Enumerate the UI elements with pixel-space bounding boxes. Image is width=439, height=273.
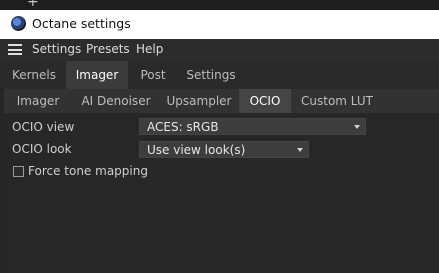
hamburger-menu-icon[interactable] <box>8 44 22 55</box>
desktop-strip: + <box>0 0 439 10</box>
sub-tab-bar: Imager AI Denoiser Upsampler OCIO Custom… <box>4 89 439 113</box>
tab-settings[interactable]: Settings <box>180 61 242 89</box>
menu-presets[interactable]: Presets <box>86 42 130 56</box>
force-tone-mapping-checkbox[interactable] <box>13 166 24 177</box>
subtab-custom-lut[interactable]: Custom LUT <box>300 89 374 113</box>
menu-settings[interactable]: Settings <box>32 42 81 56</box>
subtab-ai-denoiser[interactable]: AI Denoiser <box>76 89 156 113</box>
title-bar: Octane settings <box>0 10 439 39</box>
tab-imager[interactable]: Imager <box>66 61 128 89</box>
ocio-view-dropdown[interactable]: ACES: sRGB <box>139 118 366 135</box>
ocio-look-label: OCIO look <box>12 142 72 156</box>
main-tab-bar: Kernels Imager Post Settings <box>0 61 439 90</box>
menu-help[interactable]: Help <box>136 42 163 56</box>
ocio-view-value: ACES: sRGB <box>147 120 219 134</box>
tab-kernels[interactable]: Kernels <box>4 61 64 89</box>
tab-post[interactable]: Post <box>130 61 176 89</box>
force-tone-mapping-label: Force tone mapping <box>28 164 148 178</box>
subtab-imager[interactable]: Imager <box>10 89 66 113</box>
ocio-look-value: Use view look(s) <box>147 143 246 157</box>
octane-app-icon <box>11 16 26 31</box>
plus-icon[interactable]: + <box>27 0 39 9</box>
window-title: Octane settings <box>32 16 131 31</box>
chevron-down-icon <box>297 148 303 152</box>
ocio-view-label: OCIO view <box>12 120 75 134</box>
subtab-upsampler[interactable]: Upsampler <box>162 89 236 113</box>
subtab-ocio[interactable]: OCIO <box>239 89 291 113</box>
imager-panel: Imager AI Denoiser Upsampler OCIO Custom… <box>4 89 439 273</box>
chevron-down-icon <box>354 125 360 129</box>
ocio-look-dropdown[interactable]: Use view look(s) <box>139 141 309 158</box>
menu-bar: Settings Presets Help <box>0 39 439 61</box>
